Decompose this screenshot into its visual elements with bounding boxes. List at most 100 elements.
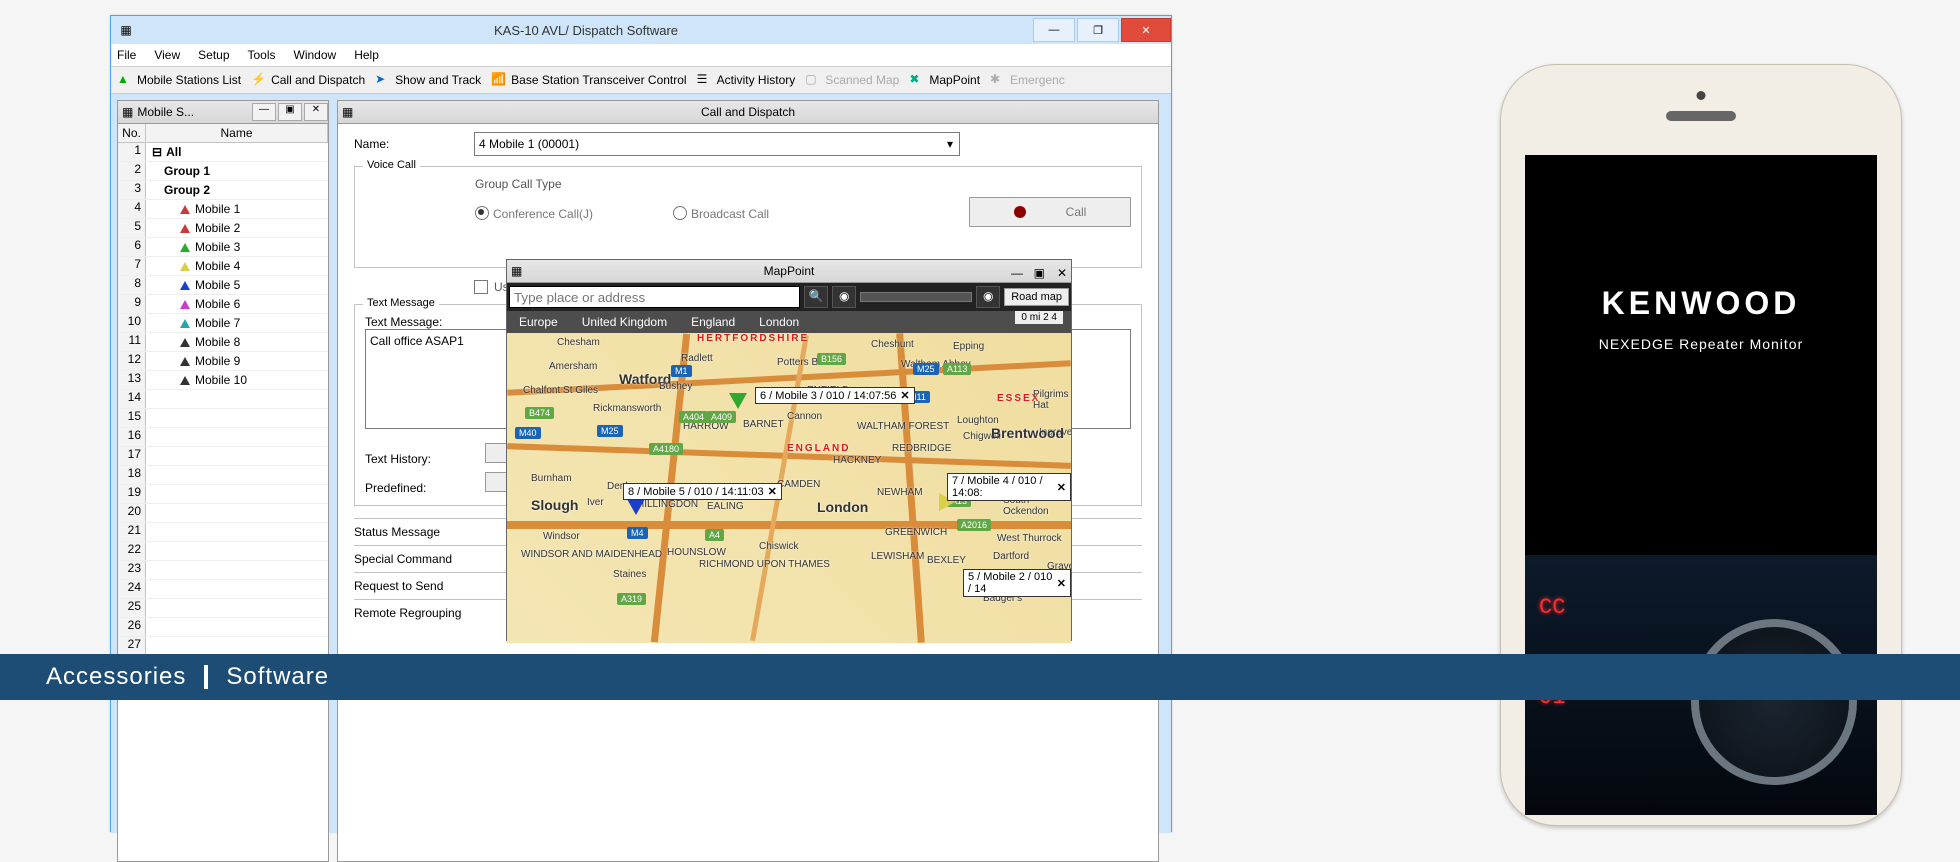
ms-row[interactable]: 8Mobile 5 (118, 276, 328, 295)
ms-row-blank[interactable]: 22 (118, 542, 328, 561)
ms-row[interactable]: 6Mobile 3 (118, 238, 328, 257)
tb-activity[interactable]: ☰Activity History (697, 72, 796, 88)
tb-base-station[interactable]: 📶Base Station Transceiver Control (491, 72, 686, 88)
ms-row-blank[interactable]: 24 (118, 580, 328, 599)
ms-row[interactable]: 2Group 1 (118, 162, 328, 181)
tb-call-dispatch[interactable]: ⚡Call and Dispatch (251, 72, 365, 88)
ms-row-blank[interactable]: 15 (118, 409, 328, 428)
minimize-button[interactable]: — (1033, 18, 1075, 42)
ms-row[interactable]: 12Mobile 9 (118, 352, 328, 371)
map-place-label: Chiswick (759, 541, 798, 552)
col-name: Name (146, 124, 328, 142)
map-tooltip[interactable]: 5 / Mobile 2 / 010 / 14✕ (963, 569, 1071, 597)
bc-europe[interactable]: Europe (519, 315, 558, 329)
mp-search-input[interactable] (509, 286, 800, 308)
route-tag: M1 (671, 365, 692, 377)
menu-help[interactable]: Help (354, 48, 379, 62)
close-icon[interactable]: ✕ (1057, 577, 1066, 590)
ms-row[interactable]: 4Mobile 1 (118, 200, 328, 219)
ms-row-blank[interactable]: 17 (118, 447, 328, 466)
mp-min-button[interactable]: — (1011, 262, 1023, 284)
mp-close-button[interactable]: ✕ (1057, 262, 1067, 284)
map-tooltip[interactable]: 6 / Mobile 3 / 010 / 14:07:56✕ (755, 387, 915, 404)
app-icon: ▦ (111, 23, 141, 37)
mobile-icon (180, 224, 190, 233)
ms-close-button[interactable]: ✕ (304, 103, 328, 121)
tb-mobile-stations[interactable]: ▲Mobile Stations List (117, 72, 241, 88)
menu-file[interactable]: File (117, 48, 136, 62)
ms-max-button[interactable]: ▣ (278, 103, 302, 121)
name-select[interactable]: 4 Mobile 1 (00001) ▾ (474, 132, 960, 156)
antenna-icon: ▲ (117, 72, 133, 88)
ms-row-blank[interactable]: 23 (118, 561, 328, 580)
map-place-label: Cheshunt (871, 339, 914, 350)
phone-subtitle: NEXEDGE Repeater Monitor (1525, 336, 1877, 352)
map-pin-icon (729, 393, 747, 409)
tb-scanned-map[interactable]: ▢Scanned Map (805, 72, 899, 88)
zoom-slider[interactable] (860, 292, 972, 302)
mp-max-button[interactable]: ▣ (1034, 262, 1045, 284)
mobile-icon (180, 205, 190, 214)
search-icon[interactable]: 🔍 (804, 286, 828, 308)
menu-setup[interactable]: Setup (198, 48, 229, 62)
tb-emergency[interactable]: ✱Emergenc (990, 72, 1065, 88)
broadcast-radio[interactable]: Broadcast Call (673, 204, 769, 221)
ms-row[interactable]: 3Group 2 (118, 181, 328, 200)
mobile-icon (180, 243, 190, 252)
ms-row-blank[interactable]: 25 (118, 599, 328, 618)
close-icon[interactable]: ✕ (768, 485, 777, 498)
ms-row-blank[interactable]: 18 (118, 466, 328, 485)
ms-row[interactable]: 9Mobile 6 (118, 295, 328, 314)
map-place-label: NEWHAM (877, 487, 923, 498)
ms-row[interactable]: 11Mobile 8 (118, 333, 328, 352)
zoom-out-icon[interactable]: ◉ (832, 286, 856, 308)
view-mode-select[interactable]: Road map (1004, 288, 1069, 306)
map-canvas[interactable]: CheshamAmershamChalfont St GilesHERTFORD… (507, 333, 1071, 643)
ms-row[interactable]: 10Mobile 7 (118, 314, 328, 333)
led-display-1: CC (1539, 595, 1565, 620)
tb-show-track[interactable]: ➤Show and Track (375, 72, 481, 88)
menu-view[interactable]: View (154, 48, 180, 62)
ms-row[interactable]: 13Mobile 10 (118, 371, 328, 390)
ms-row[interactable]: 7Mobile 4 (118, 257, 328, 276)
maximize-button[interactable]: ❐ (1077, 18, 1119, 42)
lightning-icon: ⚡ (251, 72, 267, 88)
map-place-label: Iver (587, 497, 604, 508)
map-place-label: Staines (613, 569, 646, 580)
bc-england[interactable]: England (691, 315, 735, 329)
ms-row-blank[interactable]: 26 (118, 618, 328, 637)
ms-row-blank[interactable]: 20 (118, 504, 328, 523)
map-place-label: Windsor (543, 531, 580, 542)
close-icon[interactable]: ✕ (900, 389, 909, 402)
ms-row-blank[interactable]: 19 (118, 485, 328, 504)
route-tag: M40 (515, 427, 541, 439)
route-tag: A319 (617, 593, 646, 605)
ms-row-blank[interactable]: 16 (118, 428, 328, 447)
use-cfg-checkbox[interactable] (474, 280, 488, 294)
close-icon[interactable]: ✕ (1057, 481, 1066, 494)
close-button[interactable]: ✕ (1121, 18, 1171, 42)
ms-row-blank[interactable]: 21 (118, 523, 328, 542)
conference-radio[interactable]: Conference Call(J) (475, 204, 593, 221)
mp-title: MapPoint (764, 264, 815, 278)
ms-title: Mobile S... (137, 105, 250, 119)
map-tooltip[interactable]: 7 / Mobile 4 / 010 / 14:08:✕ (947, 473, 1071, 501)
ms-row-blank[interactable]: 14 (118, 390, 328, 409)
zoom-in-icon[interactable]: ◉ (976, 286, 1000, 308)
menu-window[interactable]: Window (294, 48, 337, 62)
voice-call-legend: Voice Call (363, 159, 420, 171)
tb-mappoint[interactable]: ✖MapPoint (909, 72, 980, 88)
menu-tools[interactable]: Tools (248, 48, 276, 62)
map-tooltip[interactable]: 8 / Mobile 5 / 010 / 14:11:03✕ (623, 483, 782, 500)
bc-london[interactable]: London (759, 315, 799, 329)
route-tag: A404 (679, 411, 708, 423)
menu-bar: File View Setup Tools Window Help (111, 44, 1171, 67)
map-place-label: WINDSOR AND MAIDENHEAD (521, 549, 662, 560)
call-button[interactable]: Call (969, 197, 1131, 227)
bc-uk[interactable]: United Kingdom (582, 315, 667, 329)
ms-min-button[interactable]: — (252, 103, 276, 121)
ms-row[interactable]: 5Mobile 2 (118, 219, 328, 238)
window-title: KAS-10 AVL/ Dispatch Software (141, 23, 1031, 38)
ms-row[interactable]: 1⊟All (118, 143, 328, 162)
map-place-label: ENGLAND (787, 443, 850, 454)
